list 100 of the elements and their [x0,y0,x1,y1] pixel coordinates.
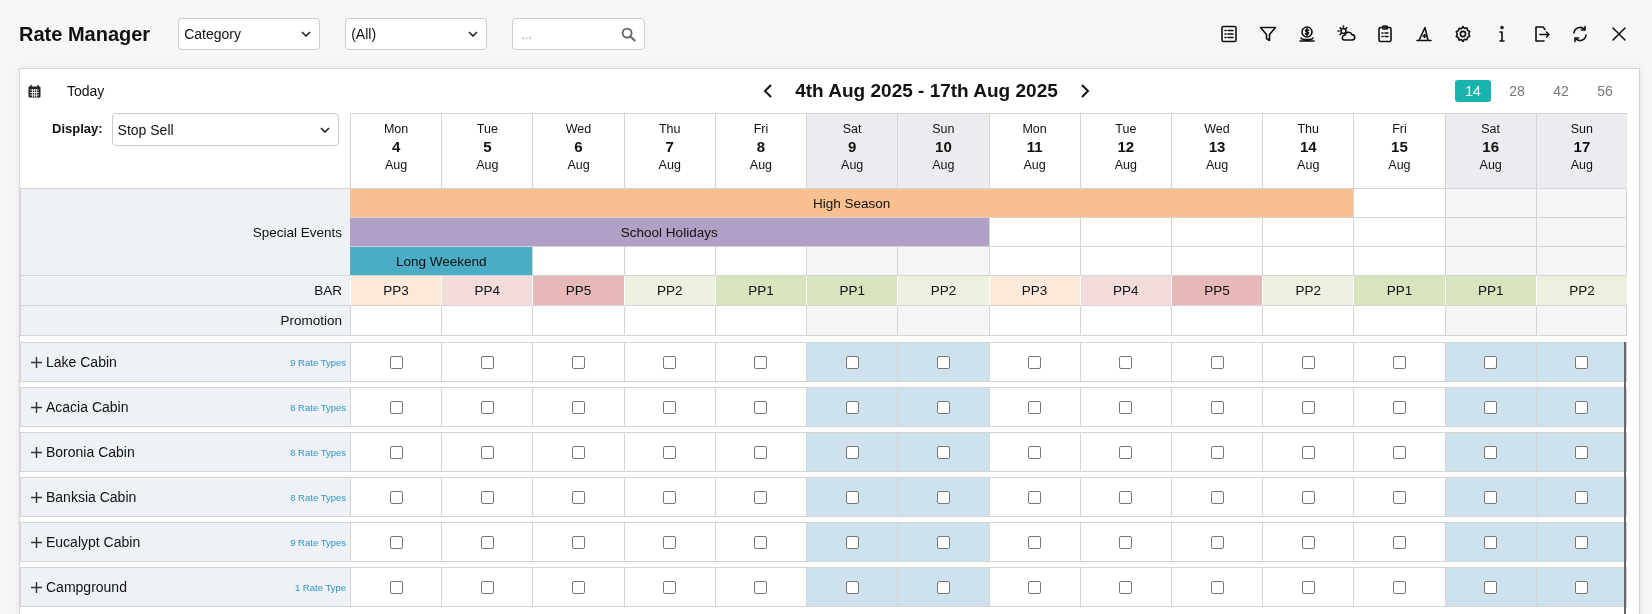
range-option[interactable]: 28 [1499,80,1535,102]
stop-sell-checkbox[interactable] [845,580,859,594]
room-header[interactable]: Boronia Cabin 8 Rate Types [20,433,350,471]
stop-sell-checkbox[interactable] [1301,535,1315,549]
stop-sell-checkbox[interactable] [663,535,677,549]
room-header[interactable]: Lake Cabin 9 Rate Types [20,343,350,381]
stop-sell-checkbox[interactable] [1392,580,1406,594]
stop-sell-checkbox[interactable] [480,400,494,414]
rate-cell[interactable]: PP4 [1079,276,1171,306]
filter-icon[interactable] [1258,24,1278,44]
stop-sell-checkbox[interactable] [754,490,768,504]
stop-sell-checkbox[interactable] [1301,400,1315,414]
rate-cell[interactable]: PP1 [1353,276,1445,306]
plus-icon[interactable] [31,491,42,503]
stop-sell-checkbox[interactable] [480,445,494,459]
stop-sell-checkbox[interactable] [1301,355,1315,369]
stop-sell-checkbox[interactable] [1119,490,1133,504]
stop-sell-checkbox[interactable] [1574,445,1588,459]
stop-sell-checkbox[interactable] [663,445,677,459]
stop-sell-checkbox[interactable] [572,445,586,459]
room-header[interactable]: Campground 1 Rate Type [20,568,350,606]
stop-sell-checkbox[interactable] [845,445,859,459]
stop-sell-checkbox[interactable] [572,580,586,594]
stop-sell-checkbox[interactable] [754,400,768,414]
stop-sell-checkbox[interactable] [1028,400,1042,414]
plus-icon[interactable] [31,446,42,458]
event-label[interactable]: School Holidays [620,225,718,240]
stop-sell-checkbox[interactable] [389,355,403,369]
stop-sell-checkbox[interactable] [1484,445,1498,459]
rate-cell[interactable]: PP2 [897,276,989,306]
stop-sell-checkbox[interactable] [389,535,403,549]
plus-icon[interactable] [31,581,42,593]
filter-dropdown[interactable]: Category [178,18,321,50]
stop-sell-checkbox[interactable] [1574,580,1588,594]
stop-sell-checkbox[interactable] [1028,445,1042,459]
stop-sell-checkbox[interactable] [1028,490,1042,504]
stop-sell-checkbox[interactable] [480,490,494,504]
stop-sell-checkbox[interactable] [572,535,586,549]
scroll-bar[interactable] [1624,342,1626,614]
event-label[interactable]: Long Weekend [395,254,487,269]
stop-sell-checkbox[interactable] [1119,400,1133,414]
list-icon[interactable] [1219,24,1239,44]
stop-sell-checkbox[interactable] [936,580,950,594]
stop-sell-checkbox[interactable] [480,580,494,594]
stop-sell-checkbox[interactable] [1484,580,1498,594]
plus-icon[interactable] [31,536,42,548]
stop-sell-checkbox[interactable] [663,580,677,594]
stop-sell-checkbox[interactable] [1574,355,1588,369]
stop-sell-checkbox[interactable] [389,400,403,414]
room-header[interactable]: Acacia Cabin 8 Rate Types [20,388,350,426]
plus-icon[interactable] [31,356,42,368]
stop-sell-checkbox[interactable] [754,580,768,594]
close-icon[interactable] [1609,24,1629,44]
search-icon[interactable] [621,27,637,42]
stop-sell-checkbox[interactable] [1484,355,1498,369]
weather-icon[interactable] [1336,24,1356,44]
display-dropdown[interactable]: Stop Sell [111,113,339,146]
stop-sell-checkbox[interactable] [572,490,586,504]
range-option[interactable]: 56 [1587,80,1623,102]
stop-sell-checkbox[interactable] [1392,355,1406,369]
today-button[interactable]: Today [67,83,105,99]
stop-sell-checkbox[interactable] [936,400,950,414]
stop-sell-checkbox[interactable] [480,355,494,369]
stop-sell-checkbox[interactable] [480,535,494,549]
rate-cell[interactable]: PP2 [1535,276,1627,306]
clipboard-icon[interactable] [1375,24,1395,44]
previous-button[interactable] [763,83,774,99]
stop-sell-checkbox[interactable] [845,400,859,414]
stop-sell-checkbox[interactable] [754,445,768,459]
stop-sell-checkbox[interactable] [1574,535,1588,549]
next-button[interactable] [1079,83,1090,99]
event-label[interactable]: High Season [813,196,891,211]
rate-cell[interactable]: PP4 [441,276,533,306]
stop-sell-checkbox[interactable] [1301,490,1315,504]
stop-sell-checkbox[interactable] [1210,490,1224,504]
money-icon[interactable] [1297,24,1317,44]
stop-sell-checkbox[interactable] [1210,445,1224,459]
stop-sell-checkbox[interactable] [845,355,859,369]
refresh-icon[interactable] [1570,24,1590,44]
plus-icon[interactable] [31,401,42,413]
rate-cell[interactable]: PP3 [988,276,1080,306]
rate-cell[interactable]: PP1 [806,276,898,306]
stop-sell-checkbox[interactable] [1574,490,1588,504]
stop-sell-checkbox[interactable] [1484,535,1498,549]
stop-sell-checkbox[interactable] [1392,490,1406,504]
calendar-icon[interactable] [28,84,41,98]
stop-sell-checkbox[interactable] [572,355,586,369]
stop-sell-checkbox[interactable] [1119,535,1133,549]
stop-sell-checkbox[interactable] [1484,400,1498,414]
room-header[interactable]: Banksia Cabin 8 Rate Types [20,478,350,516]
stop-sell-checkbox[interactable] [389,490,403,504]
stop-sell-checkbox[interactable] [572,400,586,414]
rate-cell[interactable]: PP3 [350,276,442,306]
stop-sell-checkbox[interactable] [1210,400,1224,414]
rate-cell[interactable]: PP2 [623,276,715,306]
stop-sell-checkbox[interactable] [389,580,403,594]
stop-sell-checkbox[interactable] [845,535,859,549]
room-header[interactable]: Eucalypt Cabin 9 Rate Types [20,523,350,561]
stop-sell-checkbox[interactable] [663,355,677,369]
stop-sell-checkbox[interactable] [845,490,859,504]
